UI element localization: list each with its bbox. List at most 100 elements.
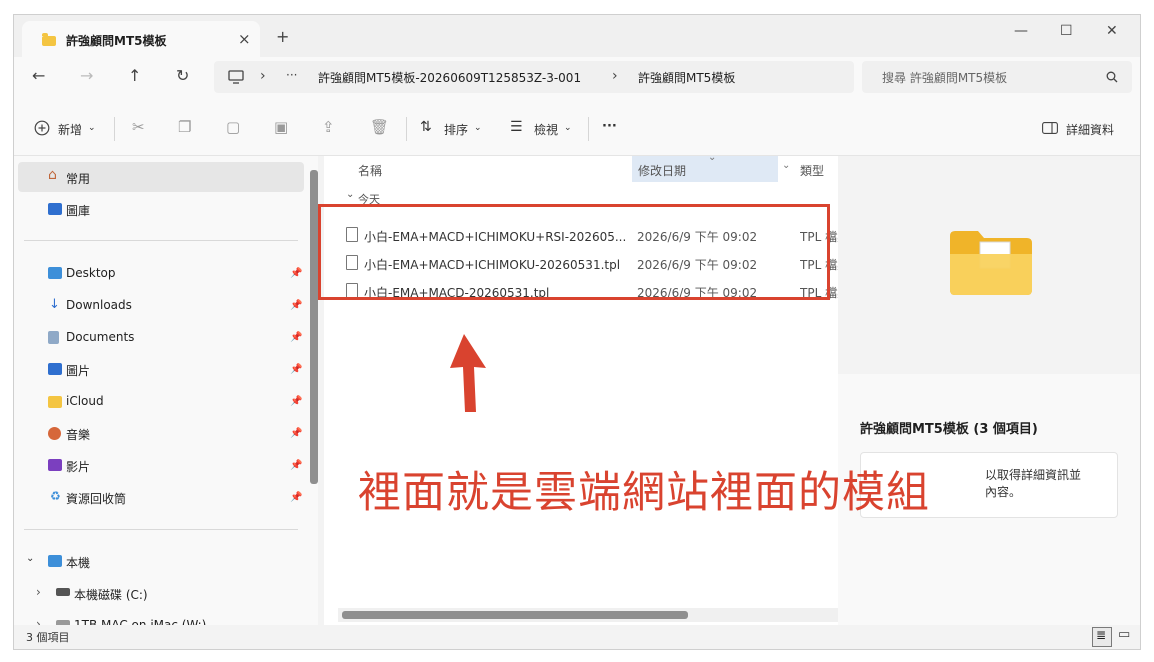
details-view-button[interactable]: ≣ bbox=[1092, 627, 1112, 647]
sidebar-item-gallery[interactable]: 圖庫 bbox=[66, 202, 90, 219]
toolbar-divider bbox=[406, 117, 407, 141]
forward-button[interactable]: → bbox=[80, 68, 93, 84]
toolbar-divider bbox=[114, 117, 115, 141]
view-icon: ☰ bbox=[510, 119, 523, 135]
sidebar-item-videos[interactable]: 影片 bbox=[66, 458, 90, 475]
annotation-text: 裡面就是雲端網站裡面的模組 bbox=[358, 468, 930, 518]
pin-icon: 📌 bbox=[290, 268, 303, 279]
paste-icon[interactable]: ▢ bbox=[226, 118, 240, 136]
add-icon[interactable] bbox=[34, 120, 50, 136]
column-header-name[interactable]: 名稱 bbox=[358, 162, 382, 179]
title-bar: 許強顧問MT5模板 × + — ☐ ✕ bbox=[14, 15, 1140, 57]
documents-icon bbox=[48, 331, 59, 344]
horizontal-scrollbar[interactable] bbox=[342, 611, 688, 619]
details-hint: 以取得詳細資訊並 內容。 bbox=[985, 468, 1082, 499]
folder-icon bbox=[48, 396, 62, 408]
navigation-pane: ⌂ 常用 圖庫 Desktop 📌 ↓ Downloads 📌 Document… bbox=[14, 156, 318, 633]
share-icon[interactable]: ⇪ bbox=[322, 118, 335, 136]
breadcrumb-item-parent[interactable]: 許強顧問MT5模板-20260609T125853Z-3-001 bbox=[318, 69, 581, 86]
sort-button[interactable]: 排序 bbox=[444, 121, 468, 138]
sidebar-item-recycle-bin[interactable]: 資源回收筒 bbox=[66, 490, 126, 507]
command-bar: 新增 ⌄ ✂ ❐ ▢ ▣ ⇪ 🗑 ⇅ 排序 ⌄ ☰ 檢視 ⌄ ··· 詳細資料 bbox=[14, 101, 1140, 156]
drive-icon bbox=[56, 588, 70, 596]
rename-icon[interactable]: ▣ bbox=[274, 118, 288, 136]
back-button[interactable]: ← bbox=[32, 68, 45, 84]
navigation-bar: ← → ↑ ↻ › ··· 許強顧問MT5模板-20260609T125853Z… bbox=[14, 57, 1140, 101]
breadcrumb-separator: › bbox=[260, 68, 266, 84]
address-bar[interactable]: › ··· 許強顧問MT5模板-20260609T125853Z-3-001 ›… bbox=[214, 61, 854, 93]
copy-icon[interactable]: ❐ bbox=[178, 118, 191, 136]
sidebar-scrollbar[interactable] bbox=[310, 170, 318, 484]
recycle-bin-icon: ♻ bbox=[50, 489, 61, 503]
breadcrumb-overflow[interactable]: ··· bbox=[286, 68, 297, 82]
sidebar-item-pictures[interactable]: 圖片 bbox=[66, 362, 90, 379]
sidebar-divider bbox=[24, 240, 298, 241]
pin-icon: 📌 bbox=[290, 428, 303, 439]
close-window-button[interactable]: ✕ bbox=[1106, 23, 1118, 39]
file-explorer-window: 許強顧問MT5模板 × + — ☐ ✕ ← → ↑ ↻ › ··· 許強顧問MT… bbox=[13, 14, 1141, 650]
refresh-button[interactable]: ↻ bbox=[176, 68, 189, 84]
new-button[interactable]: 新增 bbox=[58, 121, 82, 138]
chevron-down-icon: ⌄ bbox=[474, 123, 482, 133]
sidebar-item-desktop[interactable]: Desktop bbox=[66, 266, 116, 280]
tiles-view-button[interactable]: ▭ bbox=[1118, 627, 1130, 642]
sort-icon: ⇅ bbox=[420, 119, 432, 135]
item-count: 3 個項目 bbox=[26, 631, 70, 644]
chevron-down-icon[interactable]: ⌄ bbox=[782, 160, 790, 171]
details-button[interactable]: 詳細資料 bbox=[1066, 121, 1114, 138]
search-box[interactable]: 搜尋 許強顧問MT5模板 bbox=[862, 61, 1132, 93]
chevron-down-icon[interactable]: ⌄ bbox=[26, 553, 34, 564]
more-options-button[interactable]: ··· bbox=[602, 119, 617, 134]
breadcrumb-separator: › bbox=[612, 68, 618, 84]
videos-icon bbox=[48, 459, 62, 471]
pin-icon: 📌 bbox=[290, 364, 303, 375]
breadcrumb-item-current[interactable]: 許強顧問MT5模板 bbox=[638, 69, 735, 86]
details-pane: 許強顧問MT5模板 (3 個項目) 以取得詳細資訊並 內容。 bbox=[838, 156, 1140, 633]
this-pc-icon bbox=[48, 555, 62, 567]
folder-icon bbox=[42, 33, 56, 46]
pin-icon: 📌 bbox=[290, 332, 303, 343]
home-icon: ⌂ bbox=[48, 167, 57, 183]
pin-icon: 📌 bbox=[290, 396, 303, 407]
sort-indicator-icon: ⌄ bbox=[708, 152, 717, 163]
tab-title: 許強顧問MT5模板 bbox=[66, 34, 167, 48]
column-header-date[interactable]: 修改日期 bbox=[638, 162, 686, 179]
toolbar-divider bbox=[588, 117, 589, 141]
status-bar: 3 個項目 ≣ ▭ bbox=[14, 625, 1140, 649]
close-tab-icon[interactable]: × bbox=[238, 31, 251, 47]
pin-icon: 📌 bbox=[290, 460, 303, 471]
sidebar-item-home[interactable] bbox=[18, 162, 304, 192]
desktop-icon bbox=[48, 267, 62, 279]
chevron-right-icon[interactable]: › bbox=[36, 585, 41, 599]
new-tab-button[interactable]: + bbox=[276, 29, 289, 45]
maximize-button[interactable]: ☐ bbox=[1060, 23, 1073, 39]
sidebar-item-icloud[interactable]: iCloud bbox=[66, 394, 104, 408]
gallery-icon bbox=[48, 203, 62, 215]
sidebar-item-this-pc[interactable]: 本機 bbox=[66, 554, 90, 571]
chevron-down-icon: ⌄ bbox=[88, 123, 96, 133]
sidebar-item-drive-c[interactable]: 本機磁碟 (C:) bbox=[74, 586, 148, 603]
details-pane-icon bbox=[1042, 122, 1058, 134]
chevron-down-icon: ⌄ bbox=[564, 123, 572, 133]
tab-active[interactable]: 許強顧問MT5模板 × bbox=[22, 21, 260, 57]
view-button[interactable]: 檢視 bbox=[534, 121, 558, 138]
delete-icon[interactable]: 🗑 bbox=[370, 118, 389, 136]
music-icon bbox=[48, 427, 61, 440]
up-button[interactable]: ↑ bbox=[128, 68, 141, 84]
search-input[interactable]: 搜尋 許強顧問MT5模板 bbox=[882, 69, 1007, 86]
sidebar-item-documents[interactable]: Documents bbox=[66, 330, 134, 344]
sidebar-divider bbox=[24, 529, 298, 530]
folder-icon bbox=[950, 231, 1032, 295]
details-title: 許強顧問MT5模板 (3 個項目) bbox=[860, 422, 1038, 437]
chevron-down-icon[interactable]: ⌄ bbox=[346, 189, 354, 200]
cut-icon[interactable]: ✂ bbox=[132, 118, 145, 136]
sidebar-item-music[interactable]: 音樂 bbox=[66, 426, 90, 443]
annotation-highlight-box bbox=[318, 204, 830, 300]
download-icon: ↓ bbox=[49, 297, 60, 312]
sidebar-item-downloads[interactable]: Downloads bbox=[66, 298, 132, 312]
column-header-type[interactable]: 類型 bbox=[800, 162, 824, 179]
pin-icon: 📌 bbox=[290, 300, 303, 311]
minimize-button[interactable]: — bbox=[1014, 23, 1028, 39]
search-icon bbox=[1106, 71, 1118, 83]
sidebar-item-label: 常用 bbox=[66, 172, 91, 186]
